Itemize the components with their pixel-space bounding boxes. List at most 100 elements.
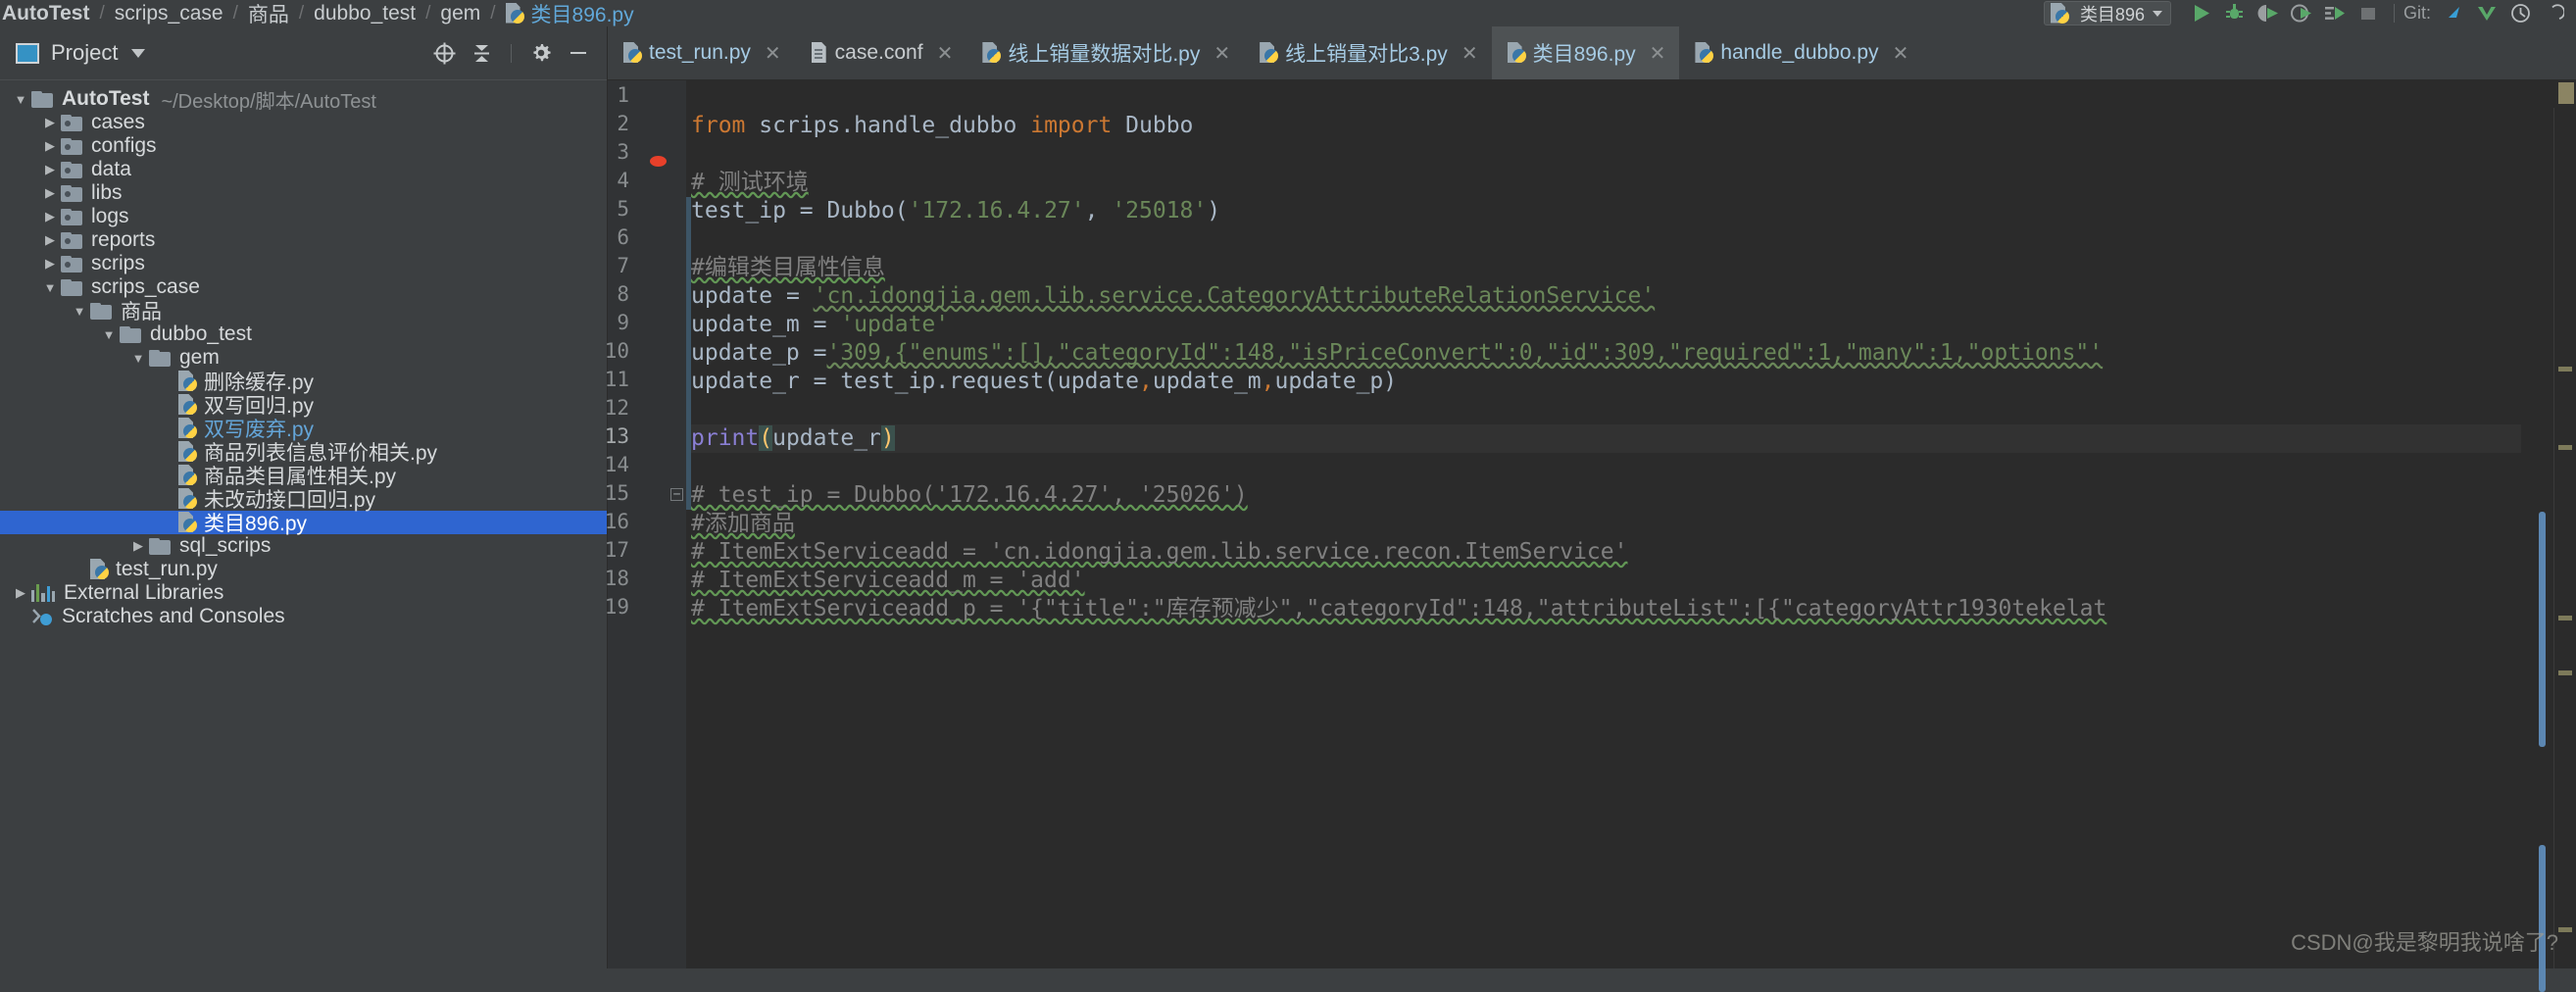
line-number: 4	[570, 169, 629, 192]
code-fold-marker[interactable]: −	[670, 488, 683, 501]
breadcrumb-item-autotest[interactable]: AutoTest	[2, 2, 89, 25]
tree-row[interactable]: ▶configs	[0, 134, 607, 158]
editor-tab[interactable]: handle_dubbo.py✕	[1679, 26, 1922, 79]
tree-row[interactable]: ▶reports	[0, 228, 607, 252]
code-line[interactable]: update = 'cn.idongjia.gem.lib.service.Ca…	[691, 282, 1655, 311]
tree-row[interactable]: ▼AutoTest~/Desktop/脚本/AutoTest	[0, 87, 607, 111]
hide-panel-button[interactable]	[562, 38, 595, 68]
breadcrumb-item-dubbo-test[interactable]: dubbo_test	[314, 2, 416, 25]
tree-row[interactable]: ▶libs	[0, 181, 607, 205]
chevron-right-icon[interactable]: ▶	[39, 138, 61, 154]
code-line[interactable]: #编辑类目属性信息	[691, 254, 885, 282]
chevron-right-icon[interactable]: ▶	[39, 256, 61, 272]
source-folder-icon	[61, 185, 82, 202]
code-line[interactable]: update_m = 'update'	[691, 311, 949, 339]
code-line[interactable]: # ItemExtServiceadd_m = 'add'	[691, 567, 1085, 595]
run-configuration-selector[interactable]: 类目896	[2044, 1, 2171, 25]
code-line[interactable]: # test_ip = Dubbo('172.16.4.27', '25026'…	[691, 481, 1248, 510]
code-line[interactable]: from scrips.handle_dubbo import Dubbo	[691, 112, 1193, 140]
editor-tab[interactable]: 线上销量对比3.py✕	[1244, 26, 1491, 79]
chevron-down-icon[interactable]	[131, 49, 145, 58]
chevron-down-icon[interactable]: ▼	[69, 304, 90, 319]
settings-button[interactable]	[524, 38, 558, 68]
code-content[interactable]: from scrips.handle_dubbo import Dubbo # 测…	[691, 80, 2521, 968]
close-icon[interactable]: ✕	[765, 41, 781, 66]
tree-row[interactable]: ▼scrips_case	[0, 275, 607, 299]
history-clock-icon	[2510, 3, 2531, 24]
code-line[interactable]: # ItemExtServiceadd = 'cn.idongjia.gem.l…	[691, 538, 1627, 567]
editor-tab[interactable]: 线上销量数据对比.py✕	[966, 26, 1244, 79]
chevron-right-icon[interactable]: ▶	[10, 585, 31, 601]
tree-row[interactable]: ▶logs	[0, 205, 607, 228]
chevron-down-icon[interactable]	[2153, 11, 2162, 17]
tree-row[interactable]: ▶External Libraries	[0, 581, 607, 605]
debug-button[interactable]	[2218, 1, 2252, 26]
editor-tab[interactable]: test_run.py✕	[608, 26, 795, 79]
editor-gutter[interactable]: − 12345678910111213141516171819	[608, 80, 686, 968]
git-history-button[interactable]	[2503, 1, 2537, 26]
code-line[interactable]: # 测试环境	[691, 169, 809, 197]
git-commit-button[interactable]	[2470, 1, 2503, 26]
line-number: 15	[570, 481, 629, 505]
warning-marker[interactable]	[2558, 927, 2572, 932]
breakpoint-marker[interactable]	[650, 156, 667, 167]
run-configuration-label: 类目896	[2080, 1, 2145, 26]
tree-row[interactable]: ▶test_run.py	[0, 558, 607, 581]
git-update-project-button[interactable]	[2437, 1, 2470, 26]
project-tree[interactable]: ▼AutoTest~/Desktop/脚本/AutoTest▶cases▶con…	[0, 81, 607, 968]
tree-row[interactable]: ▶data	[0, 158, 607, 181]
stop-button[interactable]	[2352, 1, 2385, 26]
chevron-down-icon[interactable]: ▼	[127, 351, 149, 366]
chevron-down-icon[interactable]: ▼	[98, 327, 120, 342]
breadcrumb-item-gem[interactable]: gem	[440, 2, 480, 25]
close-icon[interactable]: ✕	[937, 41, 954, 66]
run-with-console-button[interactable]	[2318, 1, 2352, 26]
code-line[interactable]: update_r = test_ip.request(update,update…	[691, 368, 1397, 396]
editor-marker-strip[interactable]	[2521, 80, 2576, 968]
chevron-right-icon[interactable]: ▶	[39, 232, 61, 248]
warning-marker[interactable]	[2558, 670, 2572, 675]
tree-row[interactable]: ▶scrips	[0, 252, 607, 275]
run-with-coverage-button[interactable]	[2252, 1, 2285, 26]
vertical-scrollbar-thumb[interactable]	[2539, 845, 2546, 992]
warning-marker[interactable]	[2558, 445, 2572, 450]
collapse-all-button[interactable]	[465, 38, 498, 68]
code-line[interactable]: # ItemExtServiceadd_p = '{"title":"库存预减少…	[691, 595, 2106, 623]
close-icon[interactable]: ✕	[1893, 41, 1909, 66]
editor-tab-bar[interactable]: test_run.py✕case.conf✕线上销量数据对比.py✕线上销量对比…	[608, 26, 2576, 80]
code-line[interactable]: #添加商品	[691, 510, 795, 538]
code-line[interactable]: update_p ='309,{"enums":[],"categoryId":…	[691, 339, 2103, 368]
run-button[interactable]	[2185, 1, 2218, 26]
editor-tab[interactable]: 类目896.py✕	[1492, 26, 1680, 79]
close-icon[interactable]: ✕	[1461, 41, 1478, 66]
profile-button[interactable]	[2285, 1, 2318, 26]
scroll-from-source-button[interactable]	[427, 38, 461, 68]
code-editor[interactable]: − 12345678910111213141516171819 from scr…	[608, 80, 2576, 968]
tree-row[interactable]: ▶类目896.py	[0, 511, 607, 534]
chevron-down-icon[interactable]: ▼	[10, 92, 31, 107]
warning-summary-marker[interactable]	[2558, 82, 2574, 104]
tree-row[interactable]: ▼dubbo_test	[0, 322, 607, 346]
git-rollback-button[interactable]	[2537, 1, 2570, 26]
editor-tab[interactable]: case.conf✕	[795, 26, 967, 79]
chevron-right-icon[interactable]: ▶	[39, 162, 61, 177]
tree-row[interactable]: ▶sql_scrips	[0, 534, 607, 558]
code-line[interactable]: print(update_r)	[691, 424, 2521, 453]
breadcrumb-item-current-file[interactable]: 类目896.py	[531, 0, 634, 26]
tree-row[interactable]: ▶Scratches and Consoles	[0, 605, 607, 628]
chevron-down-icon[interactable]: ▼	[39, 280, 61, 295]
breadcrumb-item-shangpin[interactable]: 商品	[248, 0, 289, 26]
breadcrumb-item-scrips-case[interactable]: scrips_case	[115, 2, 223, 25]
close-icon[interactable]: ✕	[1650, 41, 1666, 66]
vertical-scrollbar-thumb[interactable]	[2539, 512, 2546, 747]
warning-marker[interactable]	[2558, 367, 2572, 372]
chevron-right-icon[interactable]: ▶	[127, 538, 149, 554]
warning-marker[interactable]	[2558, 616, 2572, 620]
code-line[interactable]: test_ip = Dubbo('172.16.4.27', '25018')	[691, 197, 1220, 225]
close-icon[interactable]: ✕	[1214, 41, 1230, 66]
tree-row[interactable]: ▼商品	[0, 299, 607, 322]
chevron-right-icon[interactable]: ▶	[39, 115, 61, 130]
chevron-right-icon[interactable]: ▶	[39, 185, 61, 201]
tree-row[interactable]: ▶cases	[0, 111, 607, 134]
chevron-right-icon[interactable]: ▶	[39, 209, 61, 224]
